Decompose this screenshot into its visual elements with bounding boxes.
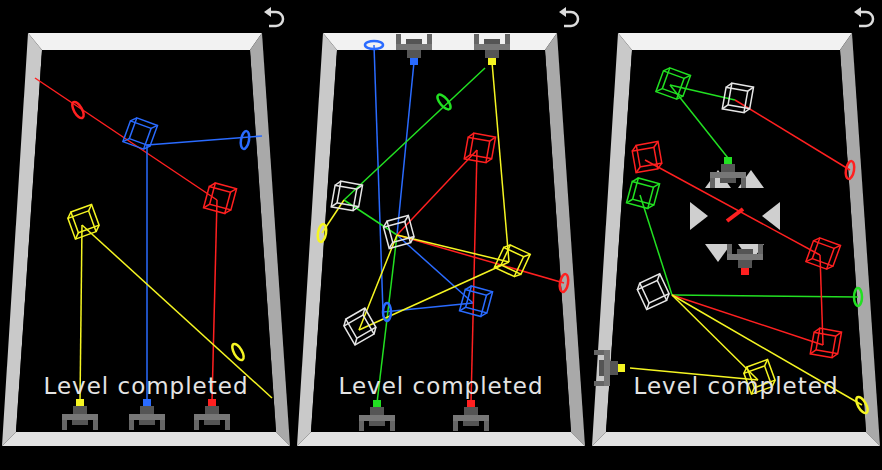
laser-emitter[interactable] [359, 400, 395, 431]
mirror-cube[interactable] [810, 327, 841, 358]
laser-emitter[interactable] [62, 399, 98, 430]
blocker [690, 202, 708, 230]
laser-emitter[interactable] [474, 34, 510, 65]
undo-button[interactable] [555, 6, 583, 34]
target-ring [435, 93, 453, 112]
undo-button[interactable] [260, 6, 288, 34]
mirror-cube[interactable] [635, 274, 671, 310]
mirror-cube[interactable] [204, 182, 237, 215]
blocker [762, 202, 780, 230]
target-ring [854, 288, 862, 306]
target-ring [383, 303, 391, 321]
mirror-cube[interactable] [331, 180, 362, 211]
target-ring [844, 160, 855, 179]
laser-beam [672, 295, 758, 380]
mirror-cube[interactable] [382, 215, 415, 248]
mirror-cube[interactable] [460, 285, 493, 318]
laser-beam [492, 62, 509, 262]
laser-beam [397, 150, 477, 235]
laser-beam [147, 136, 262, 145]
laser-emitter[interactable] [594, 350, 625, 386]
target-ring [316, 223, 327, 242]
target-ring [230, 342, 246, 362]
laser-emitter[interactable] [194, 399, 230, 430]
game-board[interactable] [295, 0, 587, 470]
laser-emitter[interactable] [129, 399, 165, 430]
mirror-cube[interactable] [66, 204, 101, 239]
level-status: Level completed [590, 373, 882, 399]
laser-beam [359, 235, 397, 330]
target-ring [239, 130, 250, 149]
laser-emitter[interactable] [453, 400, 489, 431]
undo-icon [850, 6, 878, 34]
target-ring [70, 100, 86, 120]
laser-emitter[interactable] [710, 157, 746, 188]
level-status: Level completed [295, 373, 587, 399]
laser-beam [672, 295, 823, 345]
laser-beam [212, 200, 217, 402]
laser-emitter[interactable] [396, 34, 432, 65]
target-ring [854, 395, 870, 415]
mirror-cube[interactable] [656, 66, 691, 101]
laser-beam [344, 68, 485, 200]
screenshot-strip: Level completedLevel completedLevel comp… [0, 0, 882, 470]
laser-beam [672, 295, 858, 297]
mirror-cube[interactable] [464, 132, 495, 163]
mirror-cube[interactable] [123, 116, 158, 151]
level-panel: Level completed [0, 0, 292, 470]
laser-beam [397, 235, 564, 283]
level-panel: Level completed [295, 0, 587, 470]
game-board[interactable] [590, 0, 882, 470]
game-board[interactable] [0, 0, 292, 470]
laser-beam [397, 235, 509, 262]
laser-beam [35, 78, 217, 200]
mirror-cube[interactable] [722, 82, 753, 113]
center-mirror [727, 209, 743, 221]
undo-icon [260, 6, 288, 34]
mirror-cube[interactable] [627, 177, 660, 210]
laser-beam [82, 225, 272, 398]
mirror-cube[interactable] [806, 236, 841, 271]
laser-emitter[interactable] [727, 244, 763, 275]
undo-button[interactable] [850, 6, 878, 34]
mirror-cube[interactable] [494, 243, 530, 279]
target-ring [365, 41, 383, 49]
laser-beam [383, 303, 473, 312]
laser-beam [146, 145, 148, 402]
target-ring [558, 273, 569, 292]
laser-beam [735, 100, 850, 170]
mirror-cube[interactable] [341, 308, 378, 345]
mirror-cube[interactable] [631, 141, 662, 172]
level-panel: Level completed [590, 0, 882, 470]
level-status: Level completed [0, 373, 292, 399]
undo-icon [555, 6, 583, 34]
laser-beam [820, 255, 823, 345]
laser-beam [645, 160, 820, 255]
